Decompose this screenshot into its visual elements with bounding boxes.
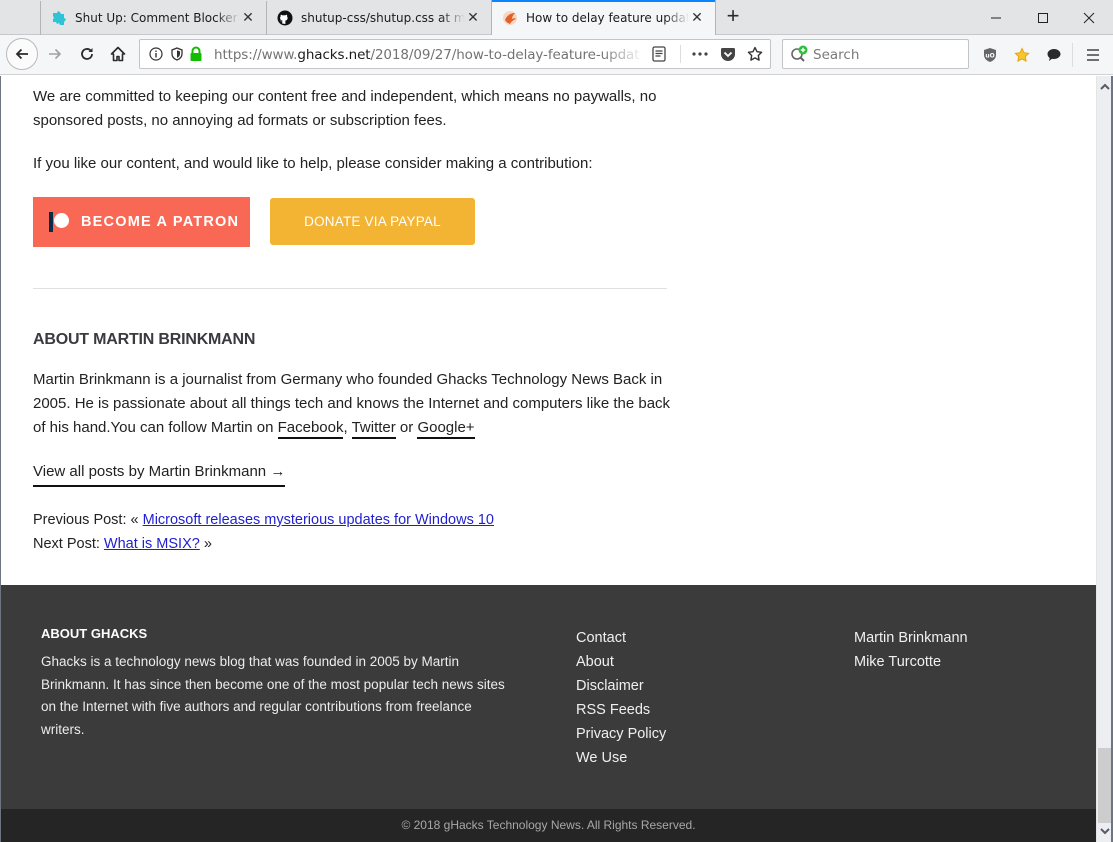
donate-paypal-button[interactable]: DONATE VIA PAYPAL [270, 198, 475, 245]
patron-button-label: BECOME A PATRON [81, 214, 240, 230]
footer-link-disclaimer[interactable]: Disclaimer [576, 674, 666, 698]
puzzle-addon-icon [51, 10, 67, 26]
tab-title: How to delay feature updates in [526, 10, 689, 25]
url-path: /2018/09/27/how-to-delay-feature-updat [370, 47, 640, 63]
footer-links: Contact About Disclaimer RSS Feeds Priva… [576, 626, 666, 770]
author-heading: ABOUT MARTIN BRINKMANN [33, 331, 256, 348]
tab-title: Shut Up: Comment Blocker – A [75, 11, 240, 25]
comments-bubble-icon[interactable] [1044, 45, 1064, 65]
url-text[interactable]: https://www.ghacks.net/2018/09/27/how-to… [214, 47, 644, 63]
search-add-engine-icon [790, 45, 810, 68]
scrollbar-thumb[interactable] [1098, 748, 1112, 823]
pocket-icon[interactable] [720, 46, 736, 62]
footer-link-about[interactable]: About [576, 650, 666, 674]
favorites-star-icon[interactable] [1012, 45, 1032, 65]
ublock-origin-icon[interactable]: uO [980, 45, 1000, 65]
close-window-button[interactable] [1066, 0, 1112, 35]
svg-text:uO: uO [985, 53, 994, 60]
chevron-down-icon [1100, 827, 1110, 834]
google-plus-link[interactable]: Google+ [417, 419, 475, 439]
address-bar[interactable]: https://www.ghacks.net/2018/09/27/how-to… [139, 39, 771, 69]
tracking-protection-shield-icon[interactable] [169, 46, 185, 62]
next-post-link[interactable]: What is MSIX? [104, 536, 200, 552]
bookmark-star-icon[interactable] [747, 46, 763, 62]
info-icon[interactable] [148, 46, 164, 62]
tab-title: shutup-css/shutup.css at maste [301, 11, 465, 25]
view-all-posts-link[interactable]: View all posts by Martin Brinkmann → [33, 460, 286, 487]
home-icon [110, 46, 126, 62]
footer-link-we-use[interactable]: We Use [576, 746, 666, 770]
facebook-link[interactable]: Facebook [277, 419, 344, 439]
ghacks-favicon [502, 10, 518, 26]
bio-separator: or [395, 419, 418, 436]
previous-post-label: Previous Post: « [33, 512, 143, 528]
tab-ghacks-active[interactable]: How to delay feature updates in ✕ [491, 0, 716, 35]
maximize-button[interactable] [1020, 0, 1066, 35]
reload-button[interactable] [72, 39, 102, 69]
footer-link-rss-feeds[interactable]: RSS Feeds [576, 698, 666, 722]
footer-authors: Martin Brinkmann Mike Turcotte [854, 626, 968, 674]
patreon-logo-icon [49, 212, 71, 232]
page-actions-menu-icon[interactable] [692, 46, 708, 62]
close-tab-icon[interactable]: ✕ [465, 10, 481, 26]
reader-view-icon[interactable] [651, 46, 667, 62]
chevron-up-icon [1100, 83, 1110, 90]
minimize-button[interactable] [973, 0, 1019, 35]
footer-link-privacy-policy[interactable]: Privacy Policy [576, 722, 666, 746]
next-post-row: Next Post: What is MSIX? » [33, 532, 673, 556]
hamburger-menu-icon[interactable] [1083, 45, 1103, 65]
search-placeholder: Search [813, 47, 860, 63]
close-tab-icon[interactable]: ✕ [689, 10, 705, 26]
search-bar[interactable]: Search [782, 39, 969, 69]
minimize-icon [991, 17, 1001, 18]
section-divider [33, 288, 667, 289]
page-viewport: We are committed to keeping our content … [1, 76, 1096, 842]
url-prefix: https://www. [214, 47, 298, 63]
paypal-button-label: DONATE VIA PAYPAL [304, 213, 441, 229]
previous-post-link[interactable]: Microsoft releases mysterious updates fo… [143, 512, 494, 528]
bio-separator: , [343, 419, 352, 436]
post-navigation: Previous Post: « Microsoft releases myst… [33, 508, 673, 556]
close-icon [1083, 12, 1095, 23]
site-footer: ABOUT GHACKS Ghacks is a technology news… [1, 585, 1096, 809]
back-arrow-icon [15, 48, 28, 60]
footer-author-link[interactable]: Mike Turcotte [854, 650, 968, 674]
footer-author-link[interactable]: Martin Brinkmann [854, 626, 968, 650]
new-tab-button[interactable]: + [722, 5, 744, 29]
secure-lock-icon[interactable] [188, 46, 204, 62]
author-bio: Martin Brinkmann is a journalist from Ge… [33, 368, 673, 440]
become-patron-button[interactable]: BECOME A PATRON [33, 197, 250, 247]
next-post-suffix: » [199, 536, 212, 552]
footer-link-contact[interactable]: Contact [576, 626, 666, 650]
navigation-toolbar: https://www.ghacks.net/2018/09/27/how-to… [0, 35, 1113, 75]
toolbar-separator [1072, 43, 1073, 67]
footer-about-heading: ABOUT GHACKS [41, 626, 148, 641]
github-icon [277, 10, 293, 26]
maximize-icon [1038, 12, 1048, 23]
support-paragraph: We are committed to keeping our content … [33, 88, 657, 129]
home-button[interactable] [103, 39, 133, 69]
tab-strip: Shut Up: Comment Blocker – A ✕ shutup-cs… [0, 0, 1113, 35]
previous-post-row: Previous Post: « Microsoft releases myst… [33, 508, 673, 532]
back-button[interactable] [6, 38, 38, 70]
forward-arrow-icon [49, 48, 62, 60]
next-post-label: Next Post: [33, 536, 104, 552]
close-tab-icon[interactable]: ✕ [240, 10, 256, 26]
copyright-bar: © 2018 gHacks Technology News. All Right… [1, 809, 1096, 842]
twitter-link[interactable]: Twitter [351, 419, 396, 439]
contribute-paragraph: If you like our content, and would like … [33, 155, 593, 172]
footer-about-text: Ghacks is a technology news blog that wa… [41, 654, 505, 737]
tab-github[interactable]: shutup-css/shutup.css at maste ✕ [266, 1, 491, 35]
reload-icon [81, 48, 93, 60]
url-host: ghacks.net [297, 47, 371, 63]
forward-button[interactable] [40, 39, 70, 69]
urlbar-separator [680, 45, 681, 63]
tab-shut-up-addon[interactable]: Shut Up: Comment Blocker – A ✕ [40, 1, 266, 35]
